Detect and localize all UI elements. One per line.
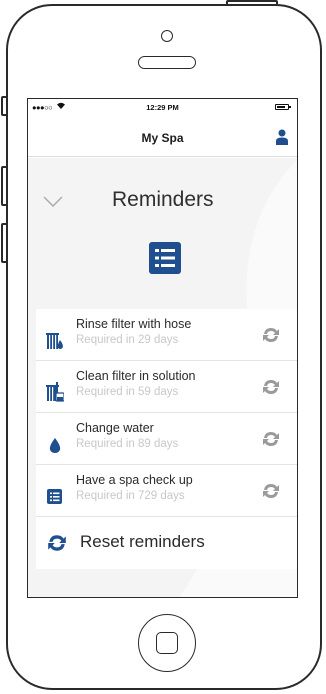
front-camera [161, 30, 173, 42]
page-title: My Spa [141, 131, 184, 145]
home-button-square [156, 632, 178, 654]
reminder-row[interactable]: Change water Required in 89 days [36, 413, 297, 465]
water-drop-icon [49, 438, 61, 453]
reminder-row[interactable]: Rinse filter with hose Required in 29 da… [36, 309, 297, 361]
reminder-row[interactable]: Have a spa check up Required in 729 days [36, 465, 297, 517]
sync-icon[interactable] [261, 429, 281, 449]
filter-rinse-icon [46, 333, 63, 349]
reminder-due: Required in 729 days [76, 490, 185, 502]
reminder-due: Required in 89 days [76, 438, 179, 450]
sync-icon[interactable] [261, 325, 281, 345]
reset-reminders-button[interactable]: Reset reminders [36, 517, 297, 569]
checklist-icon [47, 489, 62, 504]
filter-clean-icon [46, 382, 64, 402]
reset-reminders-label: Reset reminders [80, 532, 205, 551]
list-icon [149, 242, 181, 274]
reminder-title: Have a spa check up [76, 473, 193, 487]
reminder-title: Clean filter in solution [76, 369, 196, 383]
status-time: 12:29 PM [146, 103, 179, 112]
chevron-down-icon[interactable] [43, 196, 63, 208]
battery-icon [275, 104, 291, 110]
reminder-due: Required in 29 days [76, 334, 179, 346]
sync-icon[interactable] [261, 377, 281, 397]
reminder-list: Rinse filter with hose Required in 29 da… [36, 309, 297, 569]
reminders-header[interactable]: Reminders [28, 158, 297, 228]
user-profile-icon[interactable] [275, 129, 289, 145]
reminder-due: Required in 59 days [76, 386, 179, 398]
sync-icon[interactable] [261, 481, 281, 501]
reminder-row[interactable]: Clean filter in solution Required in 59 … [36, 361, 297, 413]
status-bar: ●●●○○ 12:29 PM [28, 99, 297, 117]
reset-icon [48, 535, 66, 551]
reminder-title: Rinse filter with hose [76, 317, 192, 331]
reminder-title: Change water [76, 421, 154, 435]
phone-screen: ●●●○○ 12:29 PM My Spa Reminders Rinse fi… [27, 98, 298, 598]
navigation-bar: My Spa [28, 117, 297, 157]
earpiece-speaker [138, 56, 196, 69]
section-title: Reminders [112, 188, 214, 211]
home-button[interactable] [138, 614, 196, 672]
main-content: Reminders Rinse filter with hose Require… [28, 158, 297, 597]
